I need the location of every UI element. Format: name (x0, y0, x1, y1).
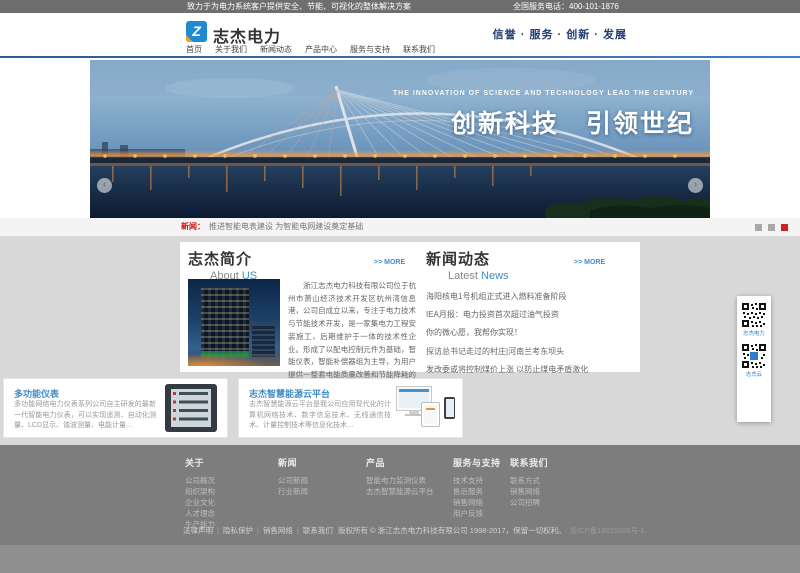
banner-text-block: THE INNOVATION OF SCIENCE AND TECHNOLOGY… (393, 90, 694, 140)
footer-link[interactable]: 用户反馈 (453, 508, 501, 519)
qr-label: 志杰云 (739, 371, 770, 378)
site-header: Z 志杰电力 信誉 · 服务 · 创新 · 发展 首页 关于我们 新闻动态 产品… (0, 13, 800, 58)
main-nav: 首页 关于我们 新闻动态 产品中心 服务与支持 联系我们 (186, 44, 435, 55)
carousel-dot[interactable] (768, 224, 775, 231)
nav-item-news[interactable]: 新闻动态 (260, 44, 292, 55)
footer-link[interactable]: 志杰智慧能源云平台 (366, 486, 434, 497)
tablet-device (421, 402, 440, 427)
meter-led-column (173, 392, 176, 424)
meter-screen (171, 389, 211, 427)
copyright-text: 版权所有 © 浙江志杰电力科技有限公司 1998-2017，保留一切权利。浙IC… (338, 524, 645, 538)
news-section: 新闻动态 Latest News >> MORE 海阳核电1号机组正式进入燃料准… (426, 248, 632, 379)
tablet-screen (424, 405, 437, 424)
product-title[interactable]: 志杰智慧能源云平台 (249, 387, 330, 400)
news-item[interactable]: 你的微心愿，我帮你实现！ (426, 328, 522, 337)
top-bar: 致力于为电力系统客户提供安全、节能、可视化的整体解决方案 全国服务电话：400-… (0, 0, 800, 13)
header-accent-line (0, 56, 800, 58)
legal-bar: 法律声明|隐私保护|销售网络|联系我们 版权所有 © 浙江志杰电力科技有限公司 … (0, 524, 800, 538)
news-item[interactable]: IEA月报：电力投资首次超过油气投资 (426, 310, 559, 319)
qr-label: 志杰电力 (739, 330, 770, 337)
news-ticker-bar: 新闻： 推进智能电表建设 为智能电网建设奠定基础 (0, 218, 800, 236)
ticker-headline-link[interactable]: 推进智能电表建设 为智能电网建设奠定基础 (209, 218, 363, 236)
product-description: 多功能网络电力仪表系列公司自主研发的最新一代智能电力仪表，可以实现遥测、自动化测… (14, 400, 156, 432)
logo-letter: Z (192, 23, 201, 39)
hero-banner: THE INNOVATION OF SCIENCE AND TECHNOLOGY… (90, 60, 710, 218)
footer-col-support: 服务与支持 技术支持 售后服务 销售网络 用户反馈 (453, 456, 501, 519)
page: 致力于为电力系统客户提供安全、节能、可视化的整体解决方案 全国服务电话：400-… (0, 0, 800, 573)
footer-link[interactable]: 行业新闻 (278, 486, 308, 497)
meter-digit-rows (179, 392, 208, 424)
legal-link[interactable]: 隐私保护 (223, 526, 253, 535)
meter-body (165, 384, 217, 432)
product-card-meter[interactable]: 多功能仪表 多功能网络电力仪表系列公司自主研发的最新一代智能电力仪表，可以实现遥… (3, 378, 228, 438)
devices-mockup (396, 384, 456, 432)
footer-link[interactable]: 技术支持 (453, 475, 501, 486)
legal-link[interactable]: 销售网络 (263, 526, 293, 535)
product-card-cloud-platform[interactable]: 志杰智慧能源云平台 志杰智慧能源云平台是我公司应用现代化的计算机网络技术、数字信… (238, 378, 463, 438)
phone-device (444, 397, 455, 419)
news-item[interactable]: 发改委或将控制煤价上涨 以防止煤电矛盾激化 (426, 365, 588, 374)
qr-code-icon (741, 302, 767, 328)
top-slogan: 致力于为电力系统客户提供安全、节能、可视化的整体解决方案 (187, 0, 411, 13)
footer-col-products: 产品 智能电力监测仪表 志杰智慧能源云平台 (366, 456, 434, 497)
legal-link[interactable]: 法律声明 (183, 526, 213, 535)
building-tower (201, 288, 249, 358)
news-list: 海阳核电1号机组正式进入燃料准备阶段 IEA月报：电力投资首次超过油气投资 你的… (426, 288, 632, 379)
power-meter-image (161, 384, 221, 432)
qr-float-widget: 志杰电力 志杰云 (737, 296, 771, 422)
footer-link[interactable]: 销售网络 (453, 497, 501, 508)
nav-item-contact[interactable]: 联系我们 (403, 44, 435, 55)
bottom-strip (0, 545, 800, 573)
footer-link[interactable]: 公司概况 (185, 475, 215, 486)
tablet-accent-bar (426, 408, 435, 410)
footer-col-contact: 联系我们 联系方式 销售网络 公司招聘 (510, 456, 548, 508)
logo-icon[interactable]: Z (186, 21, 207, 42)
nav-item-support[interactable]: 服务与支持 (350, 44, 390, 55)
company-building-photo[interactable] (188, 279, 280, 366)
cloud-platform-devices-image (396, 384, 456, 432)
qr-code-icon (741, 343, 767, 369)
nav-item-products[interactable]: 产品中心 (305, 44, 337, 55)
footer-link[interactable]: 销售网络 (510, 486, 548, 497)
footer-col-news: 新闻 公司新闻 行业新闻 (278, 456, 308, 497)
legal-links: 法律声明|隐私保护|销售网络|联系我们 (183, 524, 333, 538)
service-phone: 全国服务电话：400-101-1876 (513, 0, 619, 13)
banner-subtitle: THE INNOVATION OF SCIENCE AND TECHNOLOGY… (393, 90, 694, 97)
icp-number: 浙ICP备18015505号-1 (570, 526, 645, 535)
carousel-prev-icon[interactable]: ‹ (97, 178, 112, 193)
banner-title: 创新科技 引领世纪 (393, 104, 694, 140)
main-section: 志杰简介 About US >> MORE 浙江志杰电力科技有限公司位于杭州市萧… (0, 236, 800, 445)
footer-link[interactable]: 企业文化 (185, 497, 215, 508)
phone-screen (446, 399, 454, 417)
news-item[interactable]: 海阳核电1号机组正式进入燃料准备阶段 (426, 292, 566, 301)
ticker-label: 新闻： (181, 218, 205, 236)
content-panel: 志杰简介 About US >> MORE 浙江志杰电力科技有限公司位于杭州市萧… (180, 242, 640, 372)
news-subtitle: Latest News (448, 270, 632, 282)
footer-link[interactable]: 联系方式 (510, 475, 548, 486)
carousel-dots (755, 224, 788, 231)
footer-link[interactable]: 组织架构 (185, 486, 215, 497)
nav-item-home[interactable]: 首页 (186, 44, 202, 55)
footer-link[interactable]: 人才理念 (185, 508, 215, 519)
nav-item-about[interactable]: 关于我们 (215, 44, 247, 55)
about-section: 志杰简介 About US >> MORE 浙江志杰电力科技有限公司位于杭州市萧… (188, 248, 416, 366)
about-more-link[interactable]: >> MORE (374, 259, 405, 266)
header-tagline: 信誉 · 服务 · 创新 · 发展 (493, 26, 627, 42)
product-title[interactable]: 多功能仪表 (14, 387, 59, 400)
footer-link[interactable]: 公司招聘 (510, 497, 548, 508)
footer-link[interactable]: 智能电力监测仪表 (366, 475, 434, 486)
building-glow (188, 352, 280, 366)
carousel-dot-active[interactable] (781, 224, 788, 231)
logo-corner-accent (186, 35, 193, 42)
carousel-dot[interactable] (755, 224, 762, 231)
news-more-link[interactable]: >> MORE (574, 259, 605, 266)
footer-link[interactable]: 公司新闻 (278, 475, 308, 486)
footer-link[interactable]: 售后服务 (453, 486, 501, 497)
product-description: 志杰智慧能源云平台是我公司应用现代化的计算机网络技术、数字信息技术、无线通信技术… (249, 400, 391, 432)
legal-link[interactable]: 联系我们 (303, 526, 333, 535)
carousel-next-icon[interactable]: › (688, 178, 703, 193)
footer-col-about: 关于 公司概况 组织架构 企业文化 人才理念 生产能力 (185, 456, 215, 530)
news-item[interactable]: 探访总书记走过的村庄|河南兰考东坝头 (426, 347, 564, 356)
